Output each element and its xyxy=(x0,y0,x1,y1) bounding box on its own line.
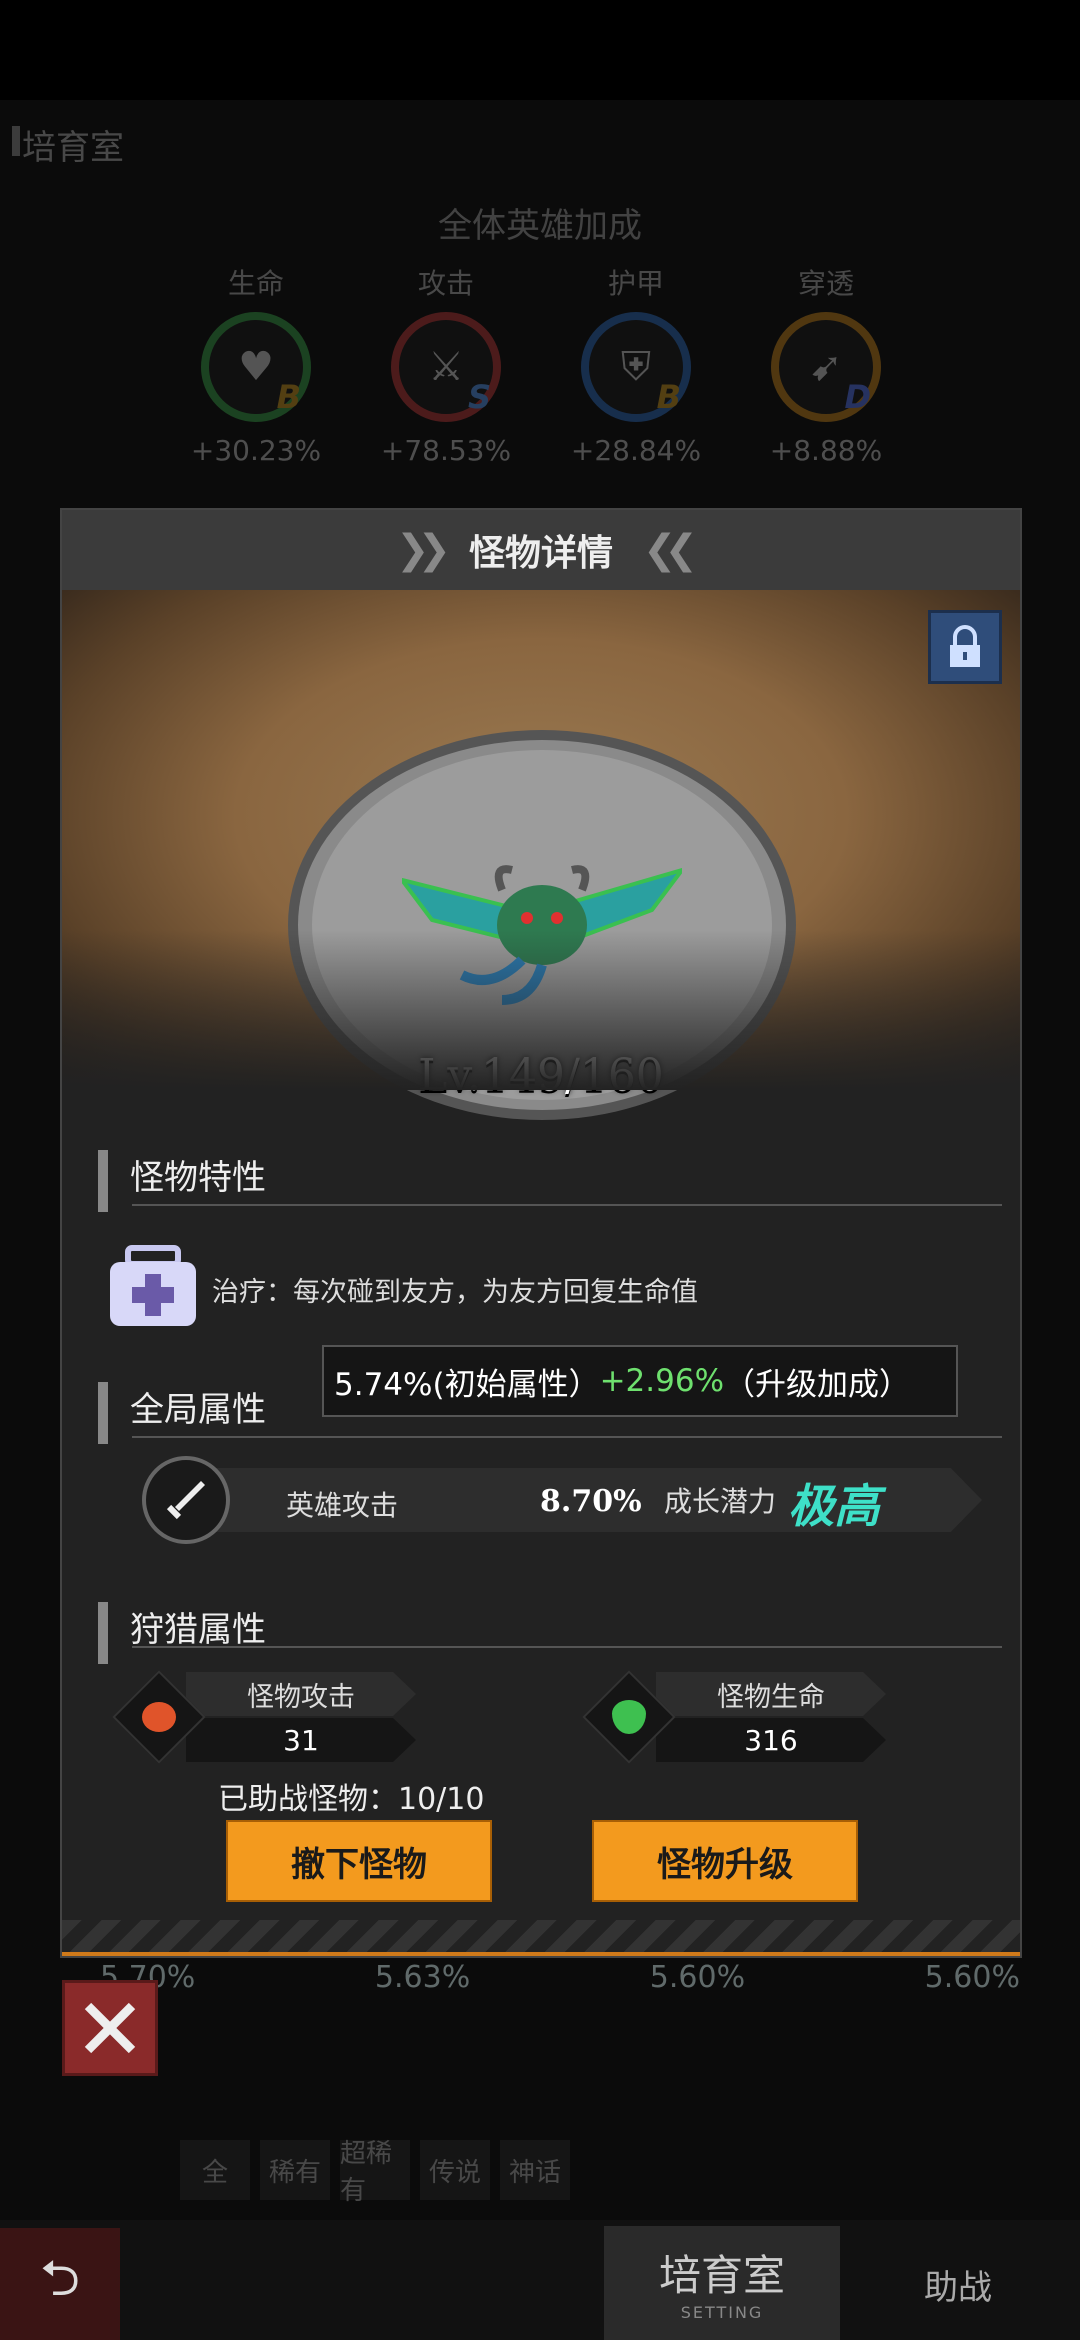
stat-hp: 生命 ♥ B +30.23% xyxy=(186,262,326,467)
stat-value: +78.53% xyxy=(380,434,512,467)
shield-icon: ⛨ B xyxy=(581,312,691,422)
medkit-icon xyxy=(110,1245,196,1326)
global-attribute-row[interactable]: 英雄攻击 8.70% 成长潜力 极高 xyxy=(142,1456,1002,1544)
close-button[interactable] xyxy=(62,1980,158,2076)
monster-sprite xyxy=(402,865,682,1005)
monster-level: Lv.149/160 xyxy=(418,1050,664,1101)
assisted-count: 已助战怪物：10/10 xyxy=(218,1782,485,1817)
spear-icon: ➹ D xyxy=(771,312,881,422)
nav-tab-assist[interactable]: 助战 xyxy=(924,2260,992,2309)
close-icon xyxy=(84,2002,136,2054)
stat-grade: S xyxy=(467,378,491,416)
remove-monster-button[interactable]: 撤下怪物 xyxy=(226,1820,492,1902)
hunt-value: 316 xyxy=(656,1718,886,1762)
attribute-name: 英雄攻击 xyxy=(286,1489,399,1522)
hunt-label: 怪物生命 xyxy=(656,1672,886,1716)
stat-value: +8.88% xyxy=(769,434,883,467)
stat-label: 护甲 xyxy=(607,267,664,300)
stat-grade: B xyxy=(656,378,681,416)
monster-detail-modal: ❯❯ 怪物详情 ❮❮ Lv.149/160 怪物特性 治疗：每次碰到友方，为友方… xyxy=(60,508,1022,1958)
nav-tab-sub: SETTING xyxy=(680,2303,764,2322)
filter-myth[interactable]: 神话 xyxy=(500,2140,570,2200)
section-title-trait: 怪物特性 xyxy=(98,1150,266,1212)
hunt-health: 怪物生命 316 xyxy=(582,1670,896,1764)
stat-def: 护甲 ⛨ B +28.84% xyxy=(566,262,706,467)
filter-rare[interactable]: 稀有 xyxy=(260,2140,330,2200)
tooltip-bonus-label: （升级加成） xyxy=(724,1366,911,1403)
claw-icon-fill xyxy=(142,1702,176,1732)
monster-scene: Lv.149/160 xyxy=(62,590,1020,1120)
hunt-attack: 怪物攻击 31 xyxy=(112,1670,426,1764)
divider xyxy=(132,1204,1002,1206)
tooltip-base: 5.74%(初始属性） xyxy=(334,1366,600,1403)
growth-value: 极高 xyxy=(788,1479,880,1533)
page-title: 培育室 xyxy=(12,120,124,169)
chevron-left-icon: ❮❮ xyxy=(643,527,698,573)
stat-value: +28.84% xyxy=(570,434,702,467)
stat-value: +30.23% xyxy=(190,434,322,467)
hunt-label: 怪物攻击 xyxy=(186,1672,416,1716)
growth-label: 成长潜力 xyxy=(664,1485,777,1518)
filter-legend[interactable]: 传说 xyxy=(420,2140,490,2200)
lock-button[interactable] xyxy=(928,610,1002,684)
stat-grade: B xyxy=(276,378,301,416)
upgrade-monster-button[interactable]: 怪物升级 xyxy=(592,1820,858,1902)
back-arrow-icon: ⮌ xyxy=(39,2248,81,2307)
modal-footer-stripe xyxy=(62,1920,1020,1956)
stat-label: 攻击 xyxy=(417,267,474,300)
filter-all[interactable]: 全 xyxy=(180,2140,250,2200)
lock-icon xyxy=(950,625,980,667)
section-title-hunt: 狩猎属性 xyxy=(98,1602,266,1664)
stat-grade: D xyxy=(844,378,871,416)
bottom-nav xyxy=(0,2220,1080,2340)
attribute-value: 8.70% xyxy=(540,1484,642,1519)
sword-icon: ⚔ S xyxy=(391,312,501,422)
list-item-value: 5.60% xyxy=(649,1960,746,1995)
modal-header: ❯❯ 怪物详情 ❮❮ xyxy=(62,510,1020,590)
stat-label: 穿透 xyxy=(797,267,854,300)
back-button[interactable]: ⮌ xyxy=(0,2228,120,2340)
sword-icon xyxy=(142,1456,230,1544)
tooltip-bonus: +2.96% xyxy=(599,1363,725,1399)
divider xyxy=(132,1646,1002,1648)
filter-super-rare[interactable]: 超稀有 xyxy=(340,2139,410,2206)
modal-title: 怪物详情 xyxy=(468,533,613,574)
hunt-value: 31 xyxy=(186,1718,416,1762)
heart-icon: ♥ B xyxy=(201,312,311,422)
section-title-global: 全局属性 xyxy=(98,1382,266,1444)
monster-list-row: 5.70% 5.63% 5.60% 5.60% xyxy=(60,1960,1020,1995)
divider xyxy=(132,1436,1002,1438)
nav-tab-label: 培育室 xyxy=(658,2251,785,2300)
hero-bonus-title: 全体英雄加成 xyxy=(438,206,642,246)
chevron-right-icon: ❯❯ xyxy=(395,527,451,573)
stat-pen: 穿透 ➹ D +8.88% xyxy=(756,262,896,467)
list-item-value: 5.60% xyxy=(924,1960,1020,1995)
trait-description: 治疗：每次碰到友方，为友方回复生命值 xyxy=(212,1277,698,1308)
stat-atk: 攻击 ⚔ S +78.53% xyxy=(376,262,516,467)
nav-tab-nursery[interactable]: 培育室 SETTING xyxy=(604,2226,840,2340)
rarity-filters: 全 稀有 超稀有 传说 神话 xyxy=(180,2139,570,2206)
attribute-tooltip: 5.74%(初始属性） +2.96% （升级加成） xyxy=(322,1345,958,1417)
stat-label: 生命 xyxy=(227,267,284,300)
list-item-value: 5.63% xyxy=(374,1960,471,1995)
